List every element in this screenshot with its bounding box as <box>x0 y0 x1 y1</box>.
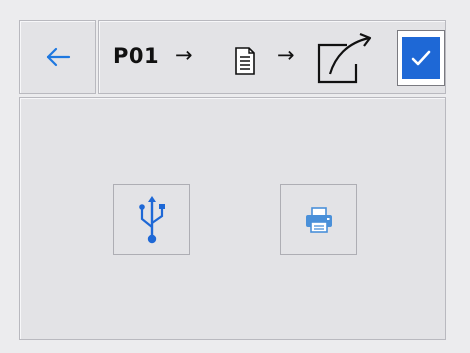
usb-destination-button[interactable] <box>113 184 190 255</box>
breadcrumb: P01 → → <box>98 20 446 94</box>
check-icon <box>410 48 432 68</box>
breadcrumb-separator: → <box>175 43 193 67</box>
breadcrumb-separator: → <box>277 43 295 67</box>
back-button[interactable] <box>19 20 96 94</box>
destination-panel <box>19 97 446 340</box>
program-step-label: P01 <box>113 44 160 68</box>
export-icon <box>313 31 377 91</box>
back-arrow-icon <box>45 47 71 67</box>
confirm-checkbox[interactable] <box>397 30 445 86</box>
printer-icon <box>304 206 334 234</box>
printer-destination-button[interactable] <box>280 184 357 255</box>
document-icon <box>234 47 256 79</box>
usb-icon <box>138 195 166 245</box>
